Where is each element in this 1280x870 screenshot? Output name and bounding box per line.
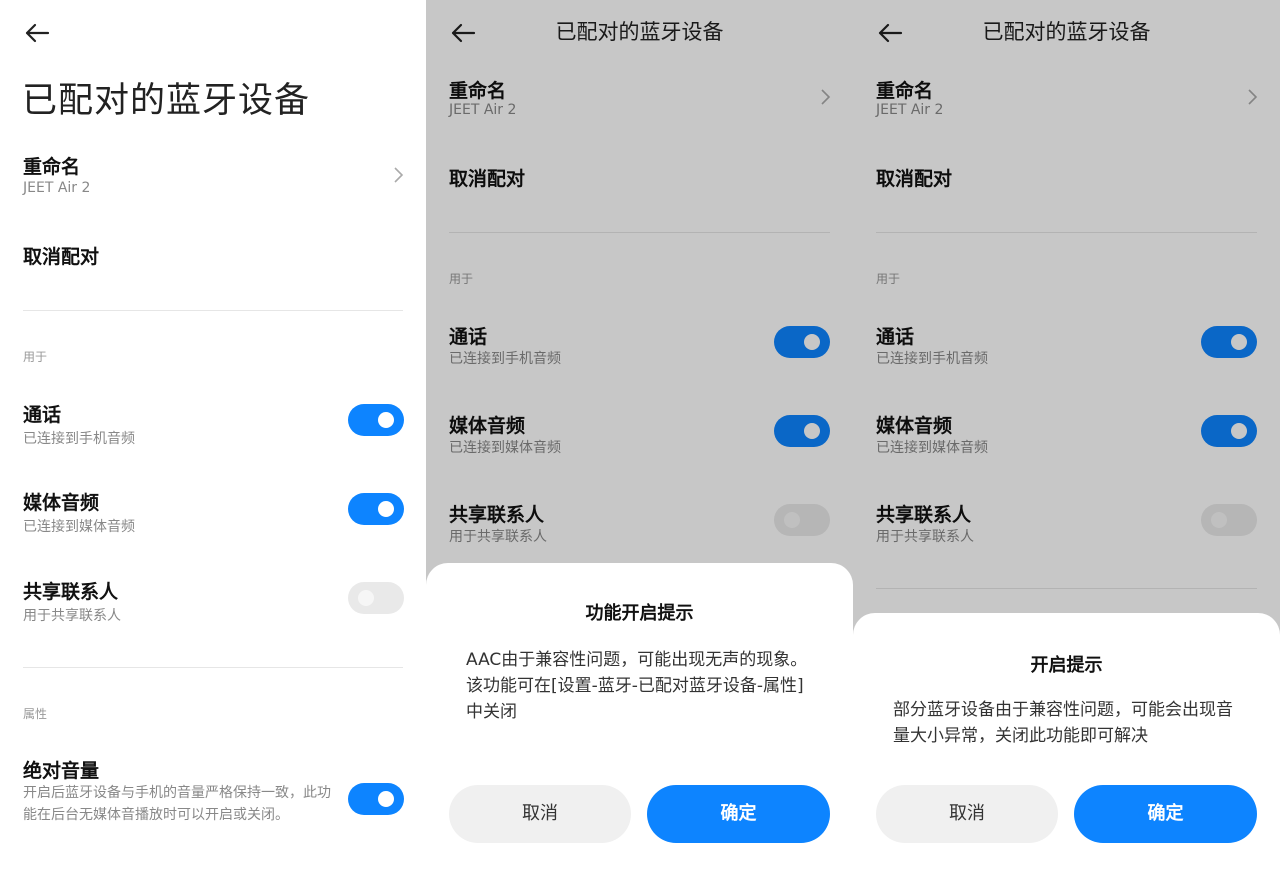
back-button[interactable] xyxy=(22,18,52,48)
confirm-button[interactable]: 确定 xyxy=(1074,785,1257,843)
contacts-status: 用于共享联系人 xyxy=(23,608,121,624)
dialog-title: 功能开启提示 xyxy=(585,603,694,624)
screen-volume-dialog: 已配对的蓝牙设备 重命名 JEET Air 2 取消配对 用于 通话 已连接到手… xyxy=(853,0,1280,870)
divider xyxy=(23,310,403,311)
call-toggle[interactable] xyxy=(348,404,404,436)
absolute-volume-label: 绝对音量 xyxy=(23,760,100,782)
call-status: 已连接到手机音频 xyxy=(23,431,135,447)
aac-dialog: 功能开启提示 AAC由于兼容性问题，可能出现无声的现象。 该功能可在[设置-蓝牙… xyxy=(426,563,853,870)
media-status: 已连接到媒体音频 xyxy=(23,519,135,535)
cancel-button[interactable]: 取消 xyxy=(449,785,631,843)
screen-paired-device-settings: 已配对的蓝牙设备 重命名 JEET Air 2 取消配对 用于 通话 已连接到手… xyxy=(0,0,426,870)
arrow-left-icon xyxy=(25,23,50,43)
volume-dialog: 开启提示 部分蓝牙设备由于兼容性问题，可能会出现音量大小异常，关闭此功能即可解决… xyxy=(853,613,1280,870)
contacts-toggle[interactable] xyxy=(348,582,404,614)
unpair-row[interactable]: 取消配对 xyxy=(0,238,426,274)
confirm-button[interactable]: 确定 xyxy=(647,785,830,843)
rename-row[interactable]: 重命名 JEET Air 2 xyxy=(0,148,426,208)
divider xyxy=(23,667,403,668)
chevron-right-icon xyxy=(392,166,404,184)
absolute-volume-desc: 开启后蓝牙设备与手机的音量严格保持一致，此功能在后台无媒体音播放时可以开启或关闭… xyxy=(23,785,331,823)
section-use-label: 用于 xyxy=(23,350,48,364)
dialog-title: 开启提示 xyxy=(1030,655,1103,676)
contacts-label: 共享联系人 xyxy=(23,581,119,603)
cancel-button[interactable]: 取消 xyxy=(876,785,1058,843)
rename-label: 重命名 xyxy=(23,156,81,178)
unpair-label: 取消配对 xyxy=(23,246,100,268)
call-label: 通话 xyxy=(23,404,62,426)
screen-aac-dialog: 已配对的蓝牙设备 重命名 JEET Air 2 取消配对 用于 通话 已连接到手… xyxy=(426,0,853,870)
media-toggle[interactable] xyxy=(348,493,404,525)
media-label: 媒体音频 xyxy=(23,492,100,514)
page-title: 已配对的蓝牙设备 xyxy=(22,81,311,121)
dialog-message: 部分蓝牙设备由于兼容性问题，可能会出现音量大小异常，关闭此功能即可解决 xyxy=(893,700,1233,746)
absolute-volume-toggle[interactable] xyxy=(348,783,404,815)
section-props-label: 属性 xyxy=(23,707,48,721)
device-name: JEET Air 2 xyxy=(23,180,91,196)
dialog-message: AAC由于兼容性问题，可能出现无声的现象。 该功能可在[设置-蓝牙-已配对蓝牙设… xyxy=(466,650,808,722)
